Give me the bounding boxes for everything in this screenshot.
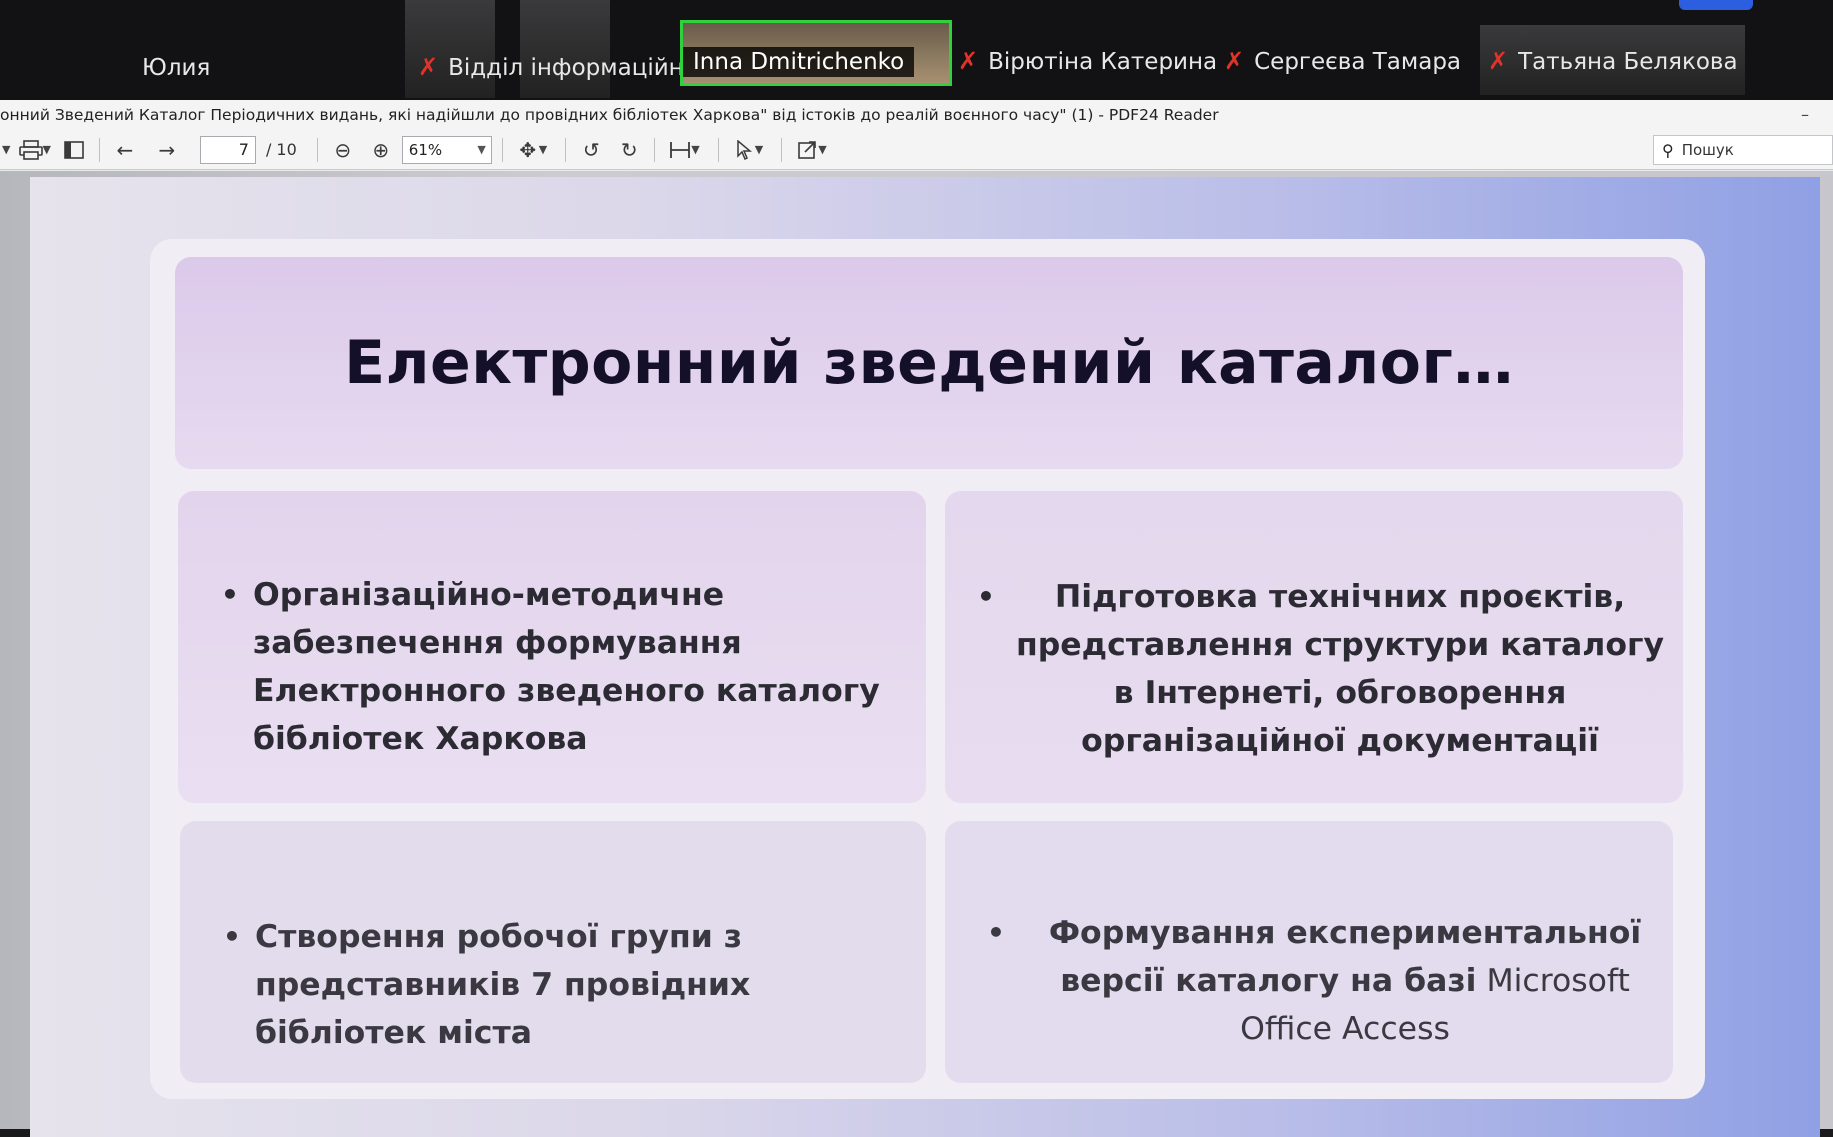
participant-name: Юлия [142,55,211,81]
toolbar-separator [316,137,318,162]
active-speaker-tile[interactable]: Inna Dmitrichenko [680,20,952,86]
participant-name: Вірютіна Катерина [988,49,1218,75]
minimize-button[interactable]: – [1801,100,1809,130]
microphone-off-icon: ✗ [958,47,979,75]
toolbar-separator [781,137,783,162]
toolbar-separator [98,137,100,162]
chevron-down-icon[interactable]: ▼ [691,143,699,156]
title-card: Електронний зведений каталог… [175,257,1683,469]
zoom-select[interactable]: 61% ▼ [401,135,492,164]
chevron-down-icon[interactable]: ▼ [818,143,826,156]
bullet-dot: • [223,920,241,953]
arrow-right-icon[interactable]: → [152,135,182,165]
arrow-left-icon[interactable]: ← [110,135,140,165]
slide-title: Електронний зведений каталог… [344,328,1514,398]
rotate-left-icon[interactable]: ↺ [576,135,606,165]
bullet-item: • Організаційно-методичне забезпечення ф… [221,571,903,763]
chevron-down-icon[interactable]: ▼ [539,143,547,156]
bullet-item: • Формування експериментальної версії ка… [987,909,1665,1053]
chevron-down-icon: ▼ [477,142,486,156]
bullet-text: Створення робочої групи з представників … [255,919,751,1051]
content-card: • Підготовка технічних проєктів, предста… [945,491,1683,803]
microphone-off-icon: ✗ [1488,47,1509,75]
page-total: / 10 [265,140,297,159]
document-viewport[interactable]: Електронний зведений каталог… • Організа… [0,171,1833,1137]
toolbar: ▼ ▼ ← → 7 / 10 ⊖ ⊕ 61% ▼ ✥ ▼ ↺ ↻ ▼ ▼ ▼ ⚲… [0,130,1833,170]
content-card: • Створення робочої групи з представникі… [180,821,926,1083]
sidebar-toggle-icon[interactable] [59,135,89,165]
chevron-down-icon[interactable]: ▼ [42,143,50,156]
participant-name: Inna Dmitrichenko [683,47,915,77]
participant-tile[interactable]: Юлия [142,0,210,95]
view-options-badge[interactable] [1679,0,1753,10]
content-card: • Організаційно-методичне забезпечення ф… [178,491,926,803]
toolbar-separator [654,137,656,162]
participant-tile[interactable]: ✗ Сергеєва Тамара [1224,0,1461,95]
toolbar-separator [501,137,503,162]
search-input[interactable]: ⚲ Пошук [1653,135,1833,165]
bullet-item: • Створення робочої групи з представникі… [223,913,855,1057]
bullet-text: Підготовка технічних проєктів, представл… [1015,579,1664,759]
bullet-item: • Підготовка технічних проєктів, предста… [977,573,1665,765]
zoom-in-icon[interactable]: ⊕ [366,135,396,165]
participant-tile[interactable]: ✗ Татьяна Белякова [1488,0,1738,95]
participant-strip: Юлия ✗ Відділ інформаційно-... Inna Dmit… [0,0,1833,100]
bullet-dot: • [221,578,239,611]
rotate-right-icon[interactable]: ↻ [614,135,644,165]
toolbar-separator [717,137,719,162]
participant-name: Татьяна Белякова [1518,49,1738,75]
toolbar-separator [565,137,567,162]
zoom-value: 61% [408,140,443,159]
search-icon: ⚲ [1662,140,1674,160]
participant-name: Сергеєва Тамара [1254,49,1462,75]
chevron-down-icon[interactable]: ▼ [755,143,763,156]
window-titlebar: онний Зведений Каталог Періодичних видан… [0,100,1833,130]
pdf-page: Електронний зведений каталог… • Організа… [30,177,1820,1137]
microphone-off-icon: ✗ [418,53,439,81]
search-placeholder: Пошук [1681,141,1734,159]
bullet-text: Організаційно-методичне забезпечення фор… [253,577,880,757]
microphone-off-icon: ✗ [1224,47,1245,75]
content-card: • Формування експериментальної версії ка… [945,821,1673,1083]
slide-panel: Електронний зведений каталог… • Організа… [150,239,1705,1099]
pdf-reader-window: онний Зведений Каталог Періодичних видан… [0,100,1833,1137]
zoom-out-icon[interactable]: ⊖ [328,135,358,165]
chevron-down-icon[interactable]: ▼ [2,143,10,156]
participant-tile[interactable]: ✗ Вірютіна Катерина [958,0,1217,95]
page-number-input[interactable]: 7 [199,135,256,164]
bullet-dot: • [987,916,1005,949]
bullet-dot: • [977,580,995,613]
window-title: онний Зведений Каталог Періодичних видан… [0,106,1219,124]
